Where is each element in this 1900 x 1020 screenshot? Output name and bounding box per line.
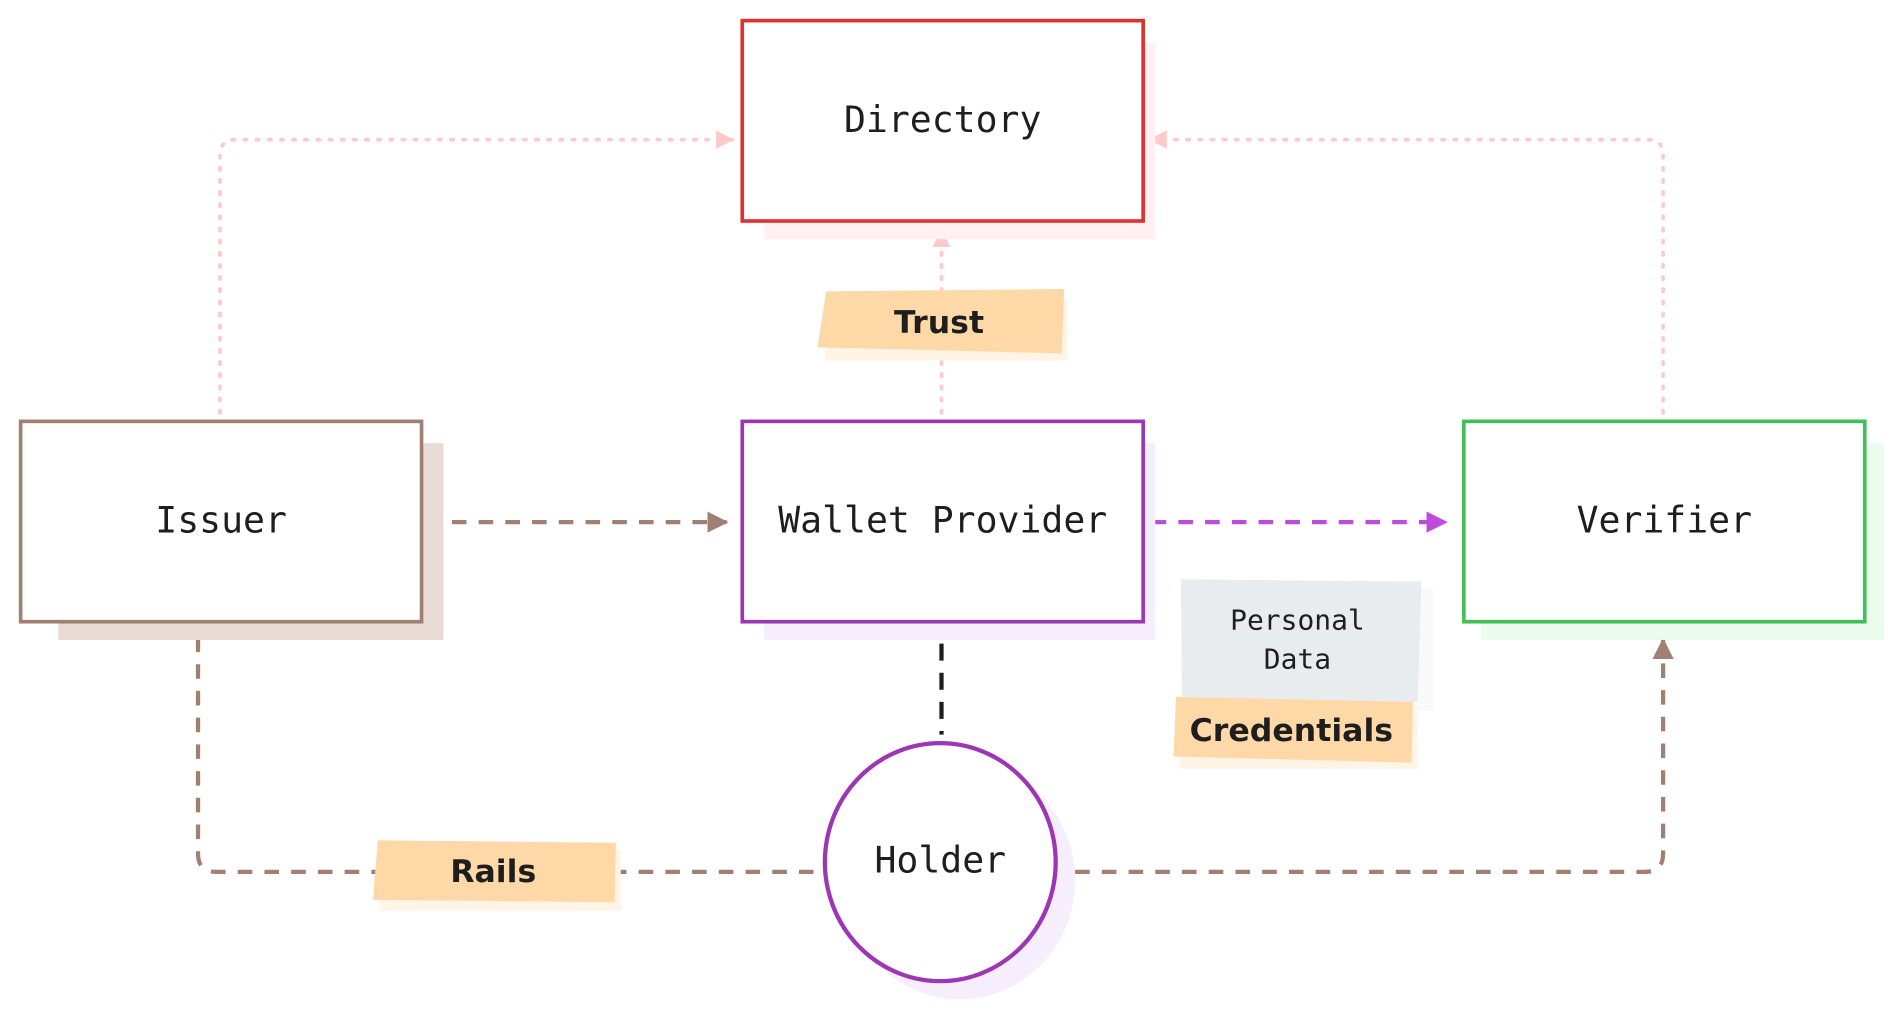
node-holder[interactable]: Holder xyxy=(822,741,1076,1000)
credentials-label: Credentials xyxy=(1173,697,1418,769)
verifier-label: Verifier xyxy=(1577,499,1752,542)
node-verifier[interactable]: Verifier xyxy=(1462,419,1885,640)
trust-label: Trust xyxy=(817,289,1068,361)
svg-text:Personal: Personal xyxy=(1230,604,1365,637)
trust-diagram: Directory Issuer Wallet Provider Verifie… xyxy=(18,18,1885,1000)
issuer-label: Issuer xyxy=(155,499,287,542)
svg-text:Rails: Rails xyxy=(450,854,536,890)
wallet-provider-label: Wallet Provider xyxy=(778,499,1107,542)
edge-issuer-directory xyxy=(218,130,735,415)
node-directory[interactable]: Directory xyxy=(740,18,1156,240)
svg-text:Credentials: Credentials xyxy=(1190,713,1393,749)
rails-label: Rails xyxy=(372,840,621,911)
personal-data-note: Personal Data xyxy=(1180,579,1434,711)
svg-text:Data: Data xyxy=(1264,643,1331,676)
holder-label: Holder xyxy=(874,839,1006,882)
node-wallet-provider[interactable]: Wallet Provider xyxy=(740,419,1156,640)
node-issuer[interactable]: Issuer xyxy=(18,419,444,640)
svg-text:Trust: Trust xyxy=(894,305,984,341)
directory-label: Directory xyxy=(844,98,1041,141)
edge-verifier-directory xyxy=(1148,130,1665,415)
edge-issuer-holder xyxy=(195,637,824,874)
